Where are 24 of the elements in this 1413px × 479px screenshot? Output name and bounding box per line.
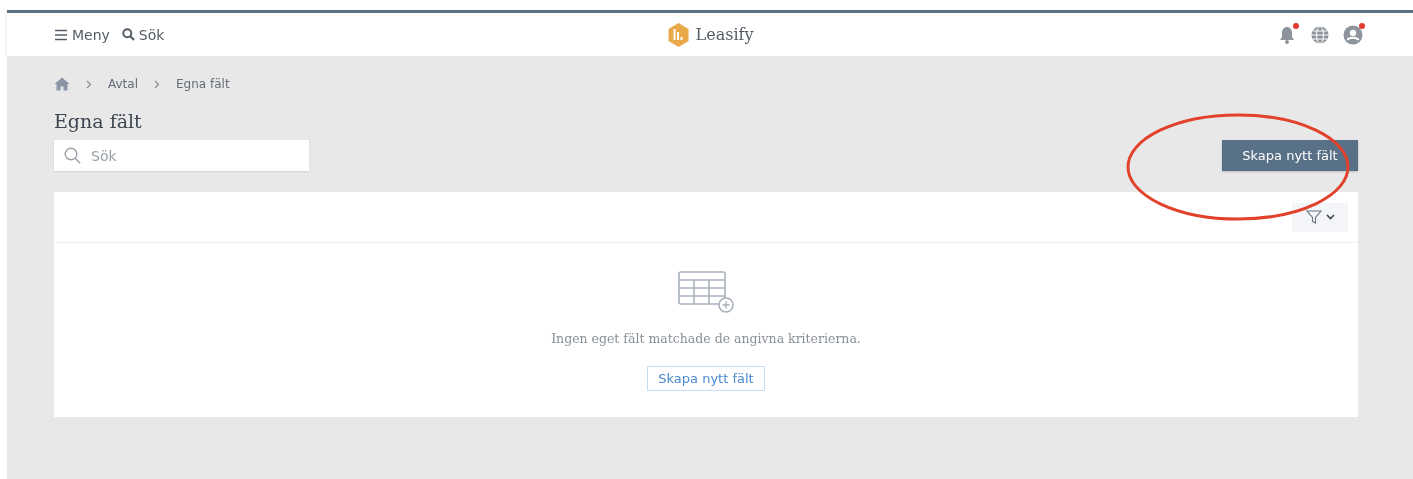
page-title: Egna fält xyxy=(54,110,143,132)
search-icon xyxy=(121,28,135,41)
breadcrumb-link[interactable]: Avtal xyxy=(108,77,138,91)
table-add-icon xyxy=(678,271,734,313)
home-icon[interactable] xyxy=(54,77,70,91)
chevron-icon xyxy=(154,79,160,89)
bell-icon[interactable] xyxy=(1277,24,1297,45)
chevron-icon xyxy=(1325,214,1335,220)
search-field[interactable]: Sök xyxy=(54,140,309,171)
empty-message: Ingen eget fält matchade de angivna kriterierna. xyxy=(551,331,861,346)
user-icon[interactable] xyxy=(1343,24,1363,45)
create-field-button[interactable]: Skapa nytt fält xyxy=(1222,140,1358,171)
breadcrumb-link[interactable]: Egna fält xyxy=(176,77,230,91)
logo-icon xyxy=(666,21,691,48)
filter-icon xyxy=(1305,209,1322,225)
chevron-icon xyxy=(86,79,92,89)
menu-button[interactable]: Meny xyxy=(54,26,110,43)
logo-text: Leasify xyxy=(695,25,754,44)
logo[interactable]: Leasify xyxy=(666,21,754,48)
create-field-button[interactable]: Skapa nytt fält xyxy=(647,366,765,391)
search-button[interactable]: Sök xyxy=(121,26,165,43)
filter-button[interactable] xyxy=(1292,202,1348,232)
menu-icon xyxy=(54,28,68,41)
globe-icon[interactable] xyxy=(1310,24,1330,45)
